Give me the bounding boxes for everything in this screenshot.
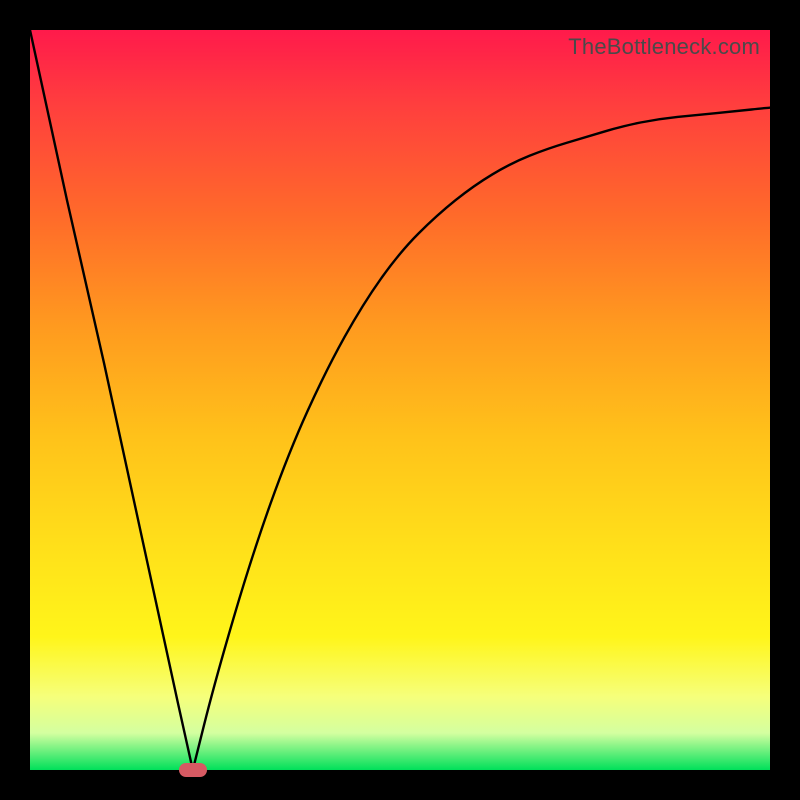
watermark-label: TheBottleneck.com xyxy=(568,34,760,60)
chart-frame: TheBottleneck.com xyxy=(0,0,800,800)
optimal-marker xyxy=(179,763,207,777)
bottleneck-curve xyxy=(30,30,770,770)
plot-area: TheBottleneck.com xyxy=(30,30,770,770)
curve-path xyxy=(30,30,770,770)
